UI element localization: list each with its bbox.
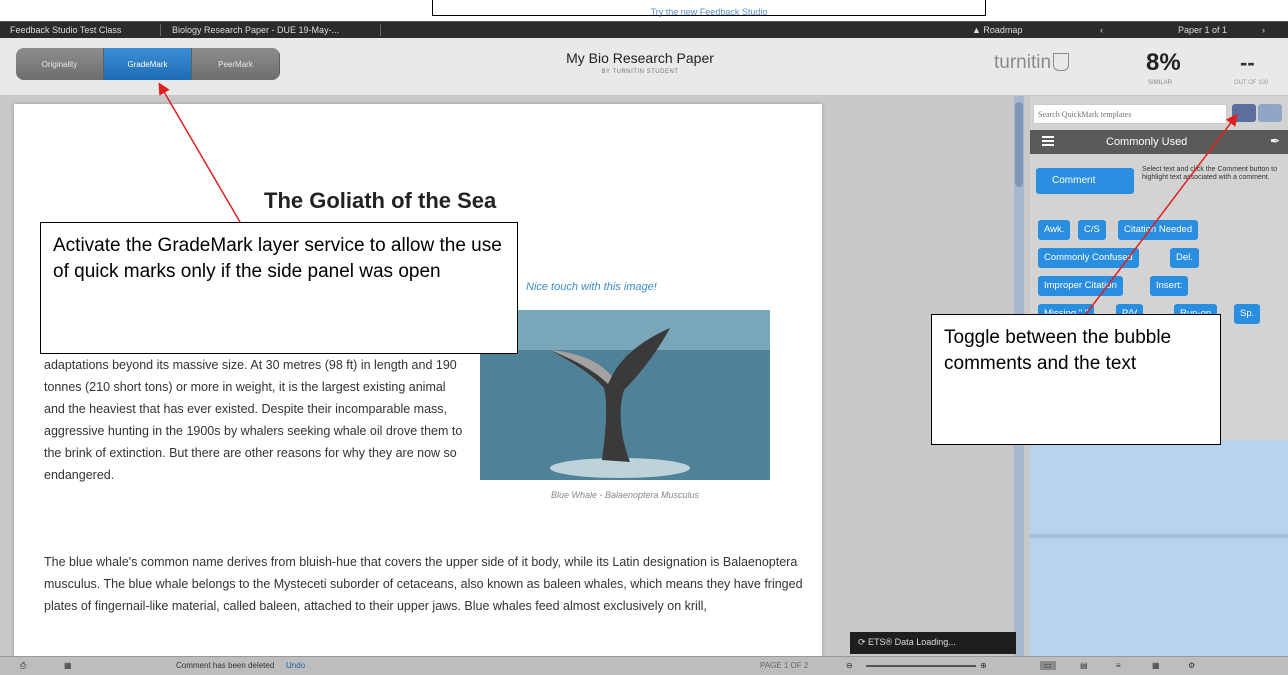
callout-grademark: Activate the GradeMark layer service to … bbox=[40, 222, 518, 354]
arrow-to-toggle bbox=[1085, 113, 1238, 315]
arrow-to-grademark bbox=[158, 82, 241, 223]
callout-toggle: Toggle between the bubble comments and t… bbox=[931, 314, 1221, 445]
